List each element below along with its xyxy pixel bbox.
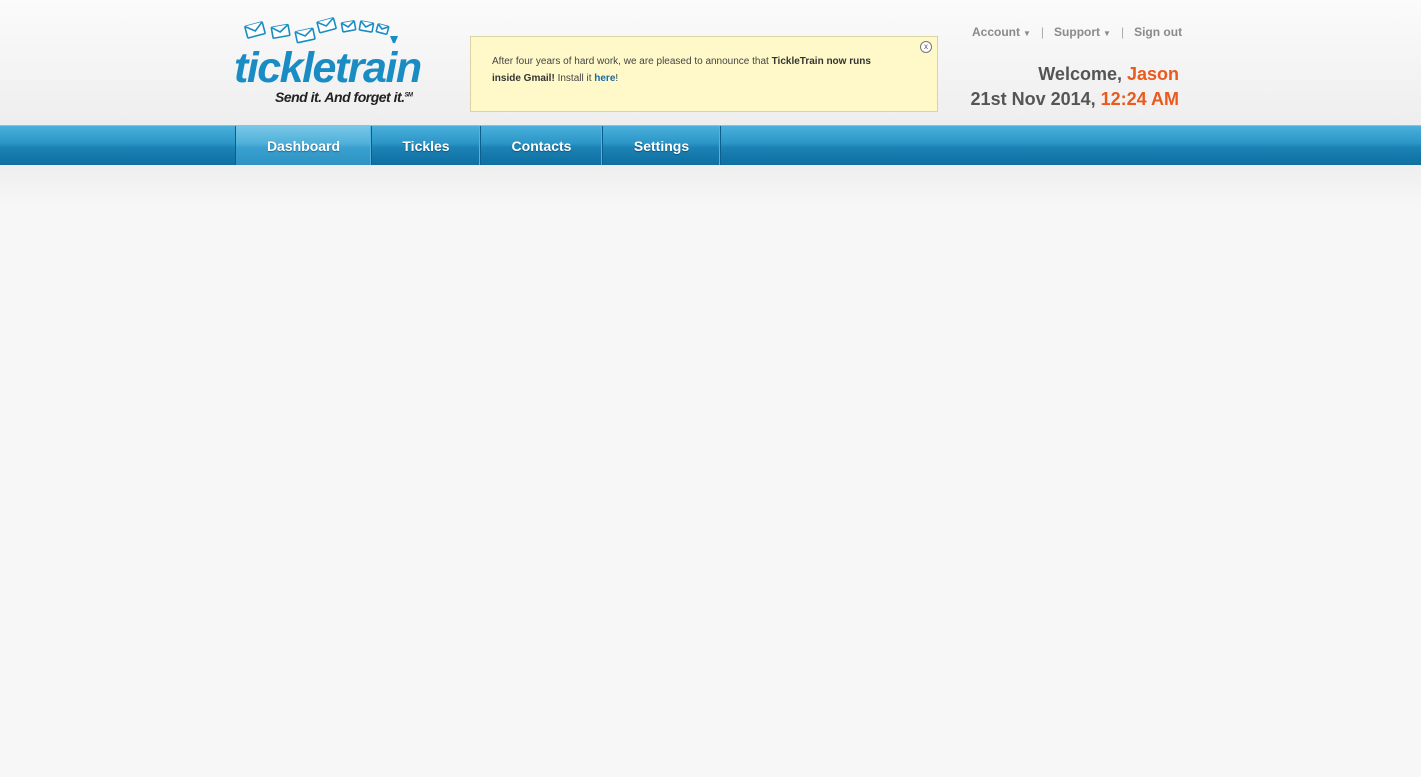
close-announcement-button[interactable]: x [920, 41, 932, 53]
announcement-end: ! [615, 73, 619, 84]
tab-dashboard[interactable]: Dashboard [235, 126, 372, 165]
header: tickletrain Send it. And forget it.SM Af… [0, 0, 1421, 125]
main-navigation: Dashboard Tickles Contacts Settings [0, 125, 1421, 165]
divider: | [1040, 25, 1045, 39]
user-name: Jason [1126, 64, 1179, 84]
envelopes-icon [244, 17, 398, 44]
current-date: 21st Nov 2014, [970, 89, 1101, 109]
announcement-text: After four years of hard work, we are pl… [492, 56, 772, 67]
install-here-link[interactable]: here [594, 73, 615, 84]
support-label: Support [1054, 25, 1101, 39]
tab-settings[interactable]: Settings [603, 126, 721, 165]
account-label: Account [972, 25, 1020, 39]
logo-tagline-text: Send it. And forget it. [275, 89, 405, 105]
welcome-greeting: Welcome, [1038, 64, 1127, 84]
sign-out-link[interactable]: Sign out [1134, 25, 1182, 39]
datetime-line: 21st Nov 2014, 12:24 AM [971, 87, 1179, 112]
divider: | [1120, 25, 1125, 39]
account-menu[interactable]: Account ▼ [972, 25, 1031, 39]
tab-contacts[interactable]: Contacts [481, 126, 603, 165]
caret-down-icon: ▼ [1103, 29, 1111, 38]
current-time: 12:24 AM [1100, 89, 1179, 109]
welcome-line: Welcome, Jason [971, 62, 1179, 87]
logo-service-mark: SM [404, 92, 414, 99]
tab-tickles[interactable]: Tickles [372, 126, 481, 165]
caret-down-icon: ▼ [1023, 29, 1031, 38]
top-links: Account ▼ | Support ▼ | Sign out [972, 24, 1182, 40]
welcome-block: Welcome, Jason 21st Nov 2014, 12:24 AM [971, 62, 1179, 112]
announcement-install-text: Install it [554, 73, 595, 84]
nav-items: Dashboard Tickles Contacts Settings [235, 126, 721, 165]
logo-wordmark: tickletrain [234, 44, 422, 92]
page: tickletrain Send it. And forget it.SM Af… [0, 0, 1421, 777]
logo-tagline: Send it. And forget it.SM [275, 89, 413, 105]
support-menu[interactable]: Support ▼ [1054, 25, 1111, 39]
main-content [0, 165, 1421, 777]
tickletrain-logo[interactable]: tickletrain Send it. And forget it.SM [234, 16, 422, 112]
announcement-banner: After four years of hard work, we are pl… [470, 36, 938, 112]
